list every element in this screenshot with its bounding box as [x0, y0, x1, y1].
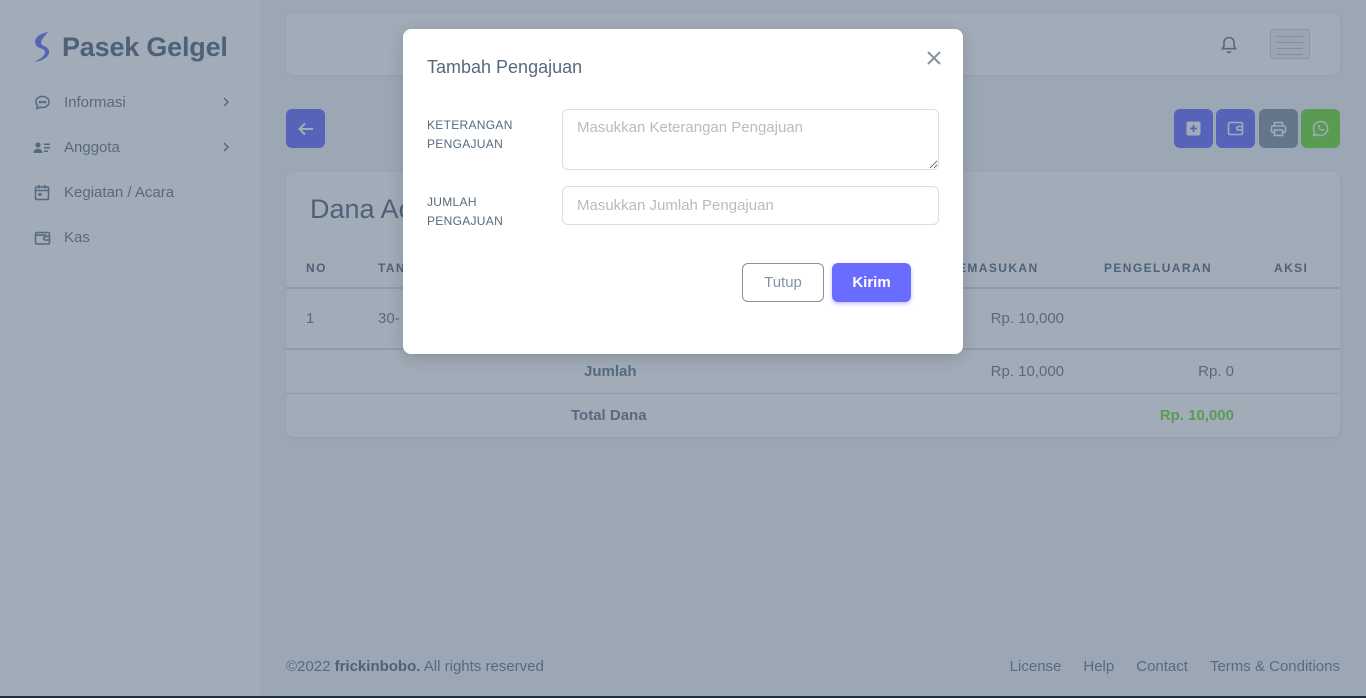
- tambah-pengajuan-modal: Tambah Pengajuan KETERANGAN PENGAJUAN JU…: [403, 29, 963, 354]
- close-icon[interactable]: [925, 49, 943, 67]
- cancel-button[interactable]: Tutup: [742, 263, 824, 302]
- modal-title: Tambah Pengajuan: [427, 57, 583, 77]
- jumlah-label: JUMLAH PENGAJUAN: [427, 193, 547, 231]
- keterangan-label-line1: KETERANGAN: [427, 118, 513, 132]
- jumlah-field[interactable]: [562, 186, 939, 225]
- keterangan-label: KETERANGAN PENGAJUAN: [427, 116, 547, 154]
- keterangan-field[interactable]: [562, 109, 939, 170]
- submit-button[interactable]: Kirim: [832, 263, 911, 302]
- jumlah-label-line2: PENGAJUAN: [427, 214, 504, 228]
- jumlah-label-line1: JUMLAH: [427, 195, 477, 209]
- keterangan-label-line2: PENGAJUAN: [427, 137, 504, 151]
